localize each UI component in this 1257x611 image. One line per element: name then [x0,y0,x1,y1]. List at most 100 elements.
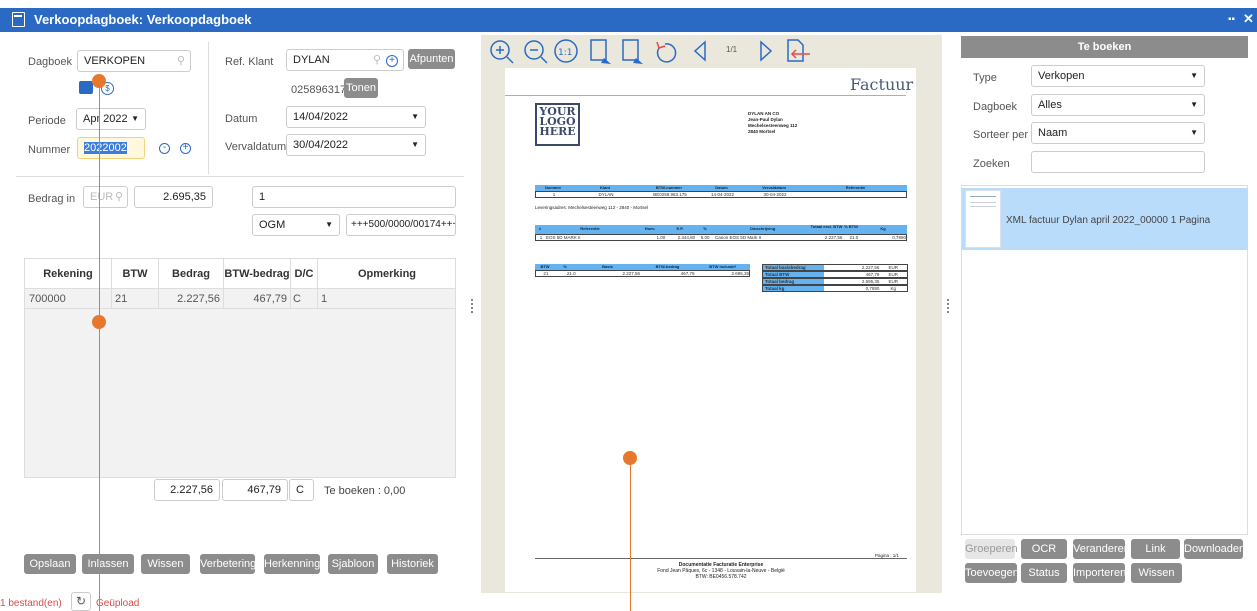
zoom-in-icon[interactable] [490,40,514,64]
t2-c: 1 [539,235,543,240]
toevoegen-button[interactable]: Toevoegen [965,563,1019,583]
inlassen-button[interactable]: Inlassen [82,554,134,574]
totals-value: 0,7890 [865,286,880,291]
search-icon[interactable]: ⚲ [373,53,381,66]
vervaldatum-value: 30/04/2022 [293,139,349,151]
vervaldatum-select[interactable]: 30/04/2022 [286,134,426,156]
wissen-list-button[interactable]: Wissen [1131,563,1182,583]
groeperen-button[interactable]: Groeperen [965,539,1018,559]
refklant-input[interactable]: DYLAN ⚲ + [286,49,404,71]
col-dc[interactable]: D/C [291,268,317,280]
rotate-icon[interactable] [656,41,677,63]
annotation-marker [92,74,106,88]
cell-btw-bedrag: 467,79 [253,293,287,305]
invoice-header-table: Nummer Klant BTW-nummer Datum Vervaldatu… [535,185,907,203]
currency-input[interactable]: EUR ⚲ [83,186,128,208]
search-icon[interactable]: ⚲ [115,190,123,203]
t2-h: E.P. [676,226,684,231]
datum-select[interactable]: 14/04/2022 [286,106,426,128]
divider [111,259,112,309]
t2-c: 2.344,80 [677,235,696,240]
periode-label: Periode [28,115,66,127]
file-name: XML factuur Dylan april 2022_00000 1 Pag… [1006,215,1211,226]
col-btw[interactable]: BTW [112,268,158,280]
search-icon[interactable]: ⚲ [177,54,185,67]
totals-unit: EUR [888,272,898,277]
totals-row: Totaal BTW 467,79 EUR [762,271,908,278]
refklant-label: Ref. Klant [225,56,274,68]
totals-row: Totaal basisbedrag 2.227,56 EUR [762,264,908,271]
te-boeken-header: Te boeken [961,36,1248,58]
col-bedrag[interactable]: Bedrag [159,268,223,280]
next-icon[interactable]: + [180,143,191,154]
historiek-button[interactable]: Historiek [387,554,438,574]
divider [223,259,224,309]
t2-c: EOS 5D MARK II [545,235,581,240]
pdf-page: Factuur YOUR LOGO HERE DYLAN AN CO Jean-… [505,68,916,592]
t2-h: % [703,226,707,231]
type-label: Type [973,72,997,84]
dagboek-value: VERKOPEN [84,55,146,67]
refresh-icon[interactable]: ↻ [71,592,91,611]
type-select[interactable]: Verkopen [1031,65,1205,87]
prev-icon[interactable]: - [159,143,170,154]
export-icon[interactable] [787,39,810,62]
prev-page-icon[interactable] [693,40,706,62]
calendar-icon[interactable] [79,81,93,94]
cell-btw: 21 [115,293,128,305]
sorteer-select[interactable]: Naam [1031,122,1205,144]
afpunten-button[interactable]: Afpunten [408,49,455,69]
zoom-out-icon[interactable] [524,40,548,64]
fit-page-icon[interactable] [622,39,643,64]
restore-icon[interactable]: ▪▪ [1228,14,1235,25]
totals-table: Totaal basisbedrag 2.227,56 EUR Totaal BTW… [762,264,908,292]
left-splitter[interactable] [471,299,473,313]
fit-width-icon[interactable] [590,39,611,64]
veranderen-button[interactable]: Veranderen [1073,539,1130,559]
actual-size-icon[interactable]: 1:1 [554,39,578,63]
bedrag-input[interactable]: 2.695,35 [134,186,213,208]
status-button[interactable]: Status [1021,563,1067,583]
verbetering-button[interactable]: Verbetering [200,554,256,574]
list-item[interactable]: XML factuur Dylan april 2022_00000 1 Pag… [962,188,1248,250]
next-page-icon[interactable] [760,40,773,62]
annotation-marker [623,451,637,465]
periode-select[interactable]: Apr 2022 [76,108,146,130]
cell-dc: C [293,293,301,305]
add-icon[interactable]: + [386,55,398,67]
ogm-select[interactable]: OGM [252,214,340,236]
total-btw: 467,79 [222,479,288,501]
importeren-button[interactable]: Importeren [1073,563,1126,583]
ocr-button[interactable]: OCR [1021,539,1067,559]
downloaden-button[interactable]: Downloaden [1184,539,1245,559]
t1-c: 14-04-2022 [710,192,735,197]
t2-h: Referentie [580,226,600,231]
ogm-code-input[interactable]: +++500/0000/00174+++ [346,214,456,236]
datum-label: Datum [225,113,258,125]
col-btw-bedrag[interactable]: BTW-bedrag [224,268,290,280]
close-icon[interactable]: ✕ [1243,11,1254,27]
invoice-lines-table: # Referentie Hoev. E.P. % Omschrijving T… [535,225,907,247]
right-splitter[interactable] [947,299,949,313]
t3-row: 21 21.0 2.227,56 467,79 2.695,35 [535,270,750,277]
periode-value: Apr 2022 [83,113,128,125]
herkenning-button[interactable]: Herkenning [264,554,320,574]
totals-row: Totaal kg 0,7890 Kg [762,285,908,292]
dagboek-input[interactable]: VERKOPEN ⚲ [77,50,191,72]
tonen-button[interactable]: Tonen [344,78,378,98]
zoeken-label: Zoeken [973,158,1010,170]
field1-input[interactable]: 1 [252,186,456,208]
dagboek-filter-select[interactable]: Alles [1031,94,1205,116]
col-opmerking[interactable]: Opmerking [318,268,456,280]
delivery-address: Leveringsadres: Mechelsesteenweg 112 - 2… [535,205,648,210]
wissen-button[interactable]: Wissen [141,554,190,574]
zoeken-input[interactable] [1031,151,1205,173]
link-button[interactable]: Link [1131,539,1180,559]
bedrag-value: 2.695,35 [163,191,206,203]
divider [16,176,464,177]
upload-status: Geüpload [96,598,140,609]
sjabloon-button[interactable]: Sjabloon [328,554,378,574]
opslaan-button[interactable]: Opslaan [24,554,76,574]
nummer-input[interactable]: 2022002 [77,137,145,159]
table-row[interactable]: 700000 21 2.227,56 467,79 C 1 [25,289,455,309]
